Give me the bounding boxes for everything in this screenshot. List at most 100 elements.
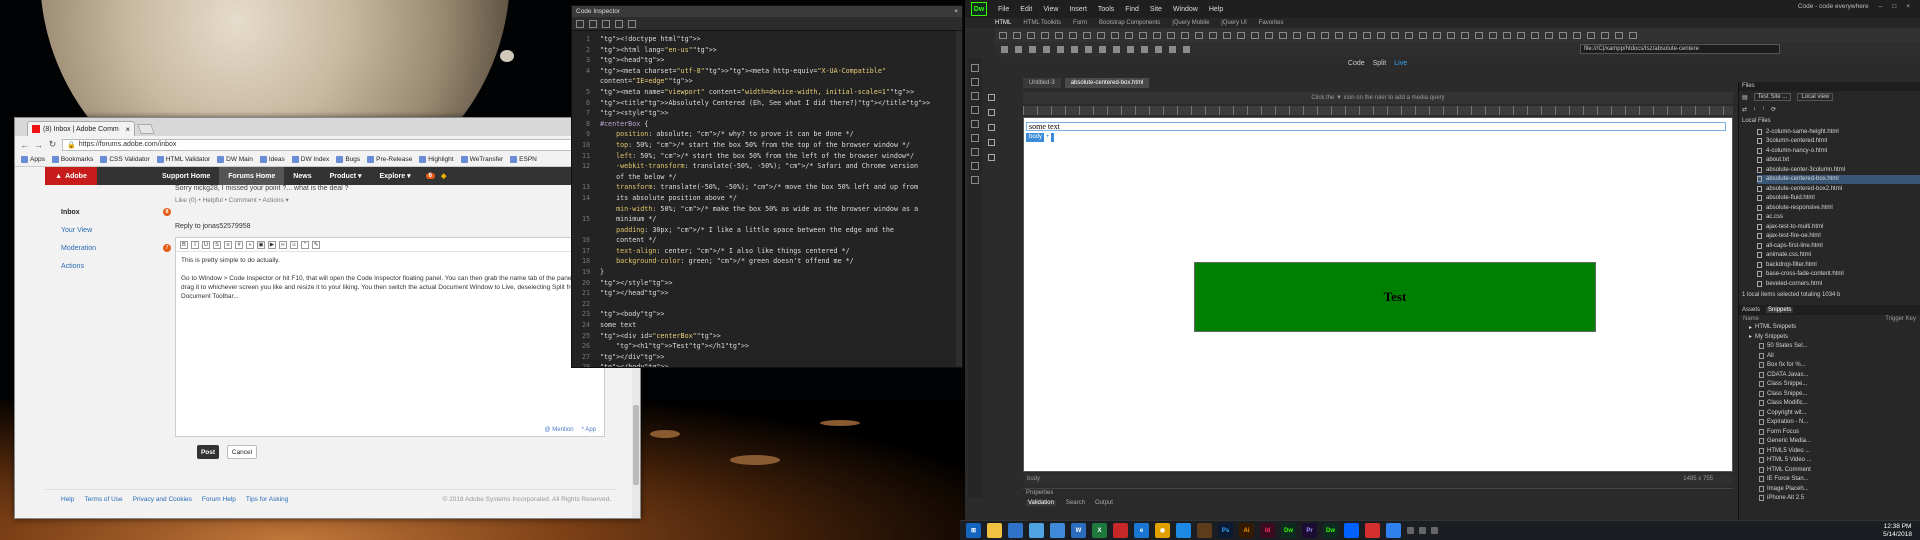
bookmark-item[interactable]: Bugs xyxy=(336,156,360,163)
document-tool-icon[interactable] xyxy=(1001,46,1008,53)
doc-tab-untitled[interactable]: Untitled-3 xyxy=(1023,78,1061,88)
insert-tool-icon[interactable] xyxy=(1153,31,1161,39)
snippet-item[interactable]: Box fix for %... xyxy=(1739,361,1920,371)
code-line[interactable]: 26 "tg"><h1"tg">>Test"tg"></h1"tg">> xyxy=(572,341,962,352)
put-icon[interactable]: ↑ xyxy=(1762,106,1765,112)
toolbar-tool-icon[interactable] xyxy=(971,78,979,86)
live-text[interactable]: some text xyxy=(1026,122,1726,131)
file-item[interactable]: backdrop-filter.html xyxy=(1757,260,1920,270)
menu-site[interactable]: Site xyxy=(1150,6,1162,13)
window-size[interactable]: 1485 x 755 xyxy=(1683,476,1713,482)
insert-tool-icon[interactable] xyxy=(1167,31,1175,39)
previous-message-actions[interactable]: Like (0) • Helpful • Comment • Actions ▾ xyxy=(175,195,625,215)
insert-tool-icon[interactable] xyxy=(1251,31,1259,39)
toolbar-tool-icon[interactable] xyxy=(971,176,979,184)
snippet-item[interactable]: HTML5 Video ... xyxy=(1739,446,1920,456)
bold-icon[interactable]: B xyxy=(180,240,188,249)
document-tool-icon[interactable] xyxy=(1169,46,1176,53)
numbered-list-icon[interactable]: # xyxy=(235,240,243,249)
file-item[interactable]: animate.css.html xyxy=(1757,251,1920,261)
insert-tab[interactable]: jQuery Mobile xyxy=(1172,20,1209,26)
network-icon[interactable] xyxy=(1407,527,1414,534)
start-icon[interactable]: ⊞ xyxy=(966,523,981,538)
code-line[interactable]: 7 "tg"><style"tg">> xyxy=(572,108,962,119)
files-panel-title[interactable]: Files xyxy=(1739,82,1920,91)
insert-tool-icon[interactable] xyxy=(1601,31,1609,39)
edge-icon[interactable]: e xyxy=(1134,523,1149,538)
insert-tool-icon[interactable] xyxy=(1587,31,1595,39)
document-tool-icon[interactable] xyxy=(1141,46,1148,53)
reply-editor[interactable]: B I U S ≡ # » ▣ ▶ ∞ ☺ " ✎ This is pretty… xyxy=(175,237,605,437)
insert-tool-icon[interactable] xyxy=(1237,31,1245,39)
code-line[interactable]: 24 some text xyxy=(572,320,962,331)
bookmark-item[interactable]: WeTransfer xyxy=(460,156,503,163)
code-line[interactable]: 5 "tg"><meta name="viewport" content="wid… xyxy=(572,87,962,98)
tab-snippets[interactable]: Snippets xyxy=(1766,306,1794,313)
document-tool-icon[interactable] xyxy=(1029,46,1036,53)
code-line[interactable]: 16 content */ xyxy=(572,235,962,246)
notification-badge[interactable]: 6 xyxy=(425,173,435,179)
toolbar-tool-icon[interactable] xyxy=(971,106,979,114)
document-tool-icon[interactable] xyxy=(1127,46,1134,53)
new-tab-button[interactable] xyxy=(137,124,155,134)
close-icon[interactable]: × xyxy=(1906,3,1910,10)
insert-tool-icon[interactable] xyxy=(1195,31,1203,39)
insert-tool-icon[interactable] xyxy=(1405,31,1413,39)
insert-tool-icon[interactable] xyxy=(1489,31,1497,39)
code-line[interactable]: 10 top: 50%; "cm">/* start the box 50% f… xyxy=(572,140,962,151)
photoshop-icon[interactable]: Ps xyxy=(1218,523,1233,538)
file-item[interactable]: beveled-corners.html xyxy=(1757,279,1920,289)
adobe-logo[interactable]: ▲ Adobe xyxy=(45,167,97,185)
footer-link-terms[interactable]: Terms of Use xyxy=(84,496,122,503)
code-line[interactable]: 18 background-color: green; "cm">/* gree… xyxy=(572,256,962,267)
code-line[interactable]: 25 "tg"><div id="centerBox""tg">> xyxy=(572,331,962,342)
insert-tool-icon[interactable] xyxy=(1139,31,1147,39)
sidebar-item-moderation[interactable]: Moderation 7 xyxy=(61,239,171,257)
site-dropdown[interactable]: Test Site ... xyxy=(1753,93,1792,101)
connect-icon[interactable]: ⇄ xyxy=(1742,106,1747,113)
media-query-bar[interactable]: Click the ▼ icon on the ruler to add a m… xyxy=(1023,92,1733,104)
notes-icon[interactable] xyxy=(1029,523,1044,538)
tab-validation[interactable]: Validation xyxy=(1026,500,1056,506)
document-tool-icon[interactable] xyxy=(1183,46,1190,53)
snippet-item[interactable]: Image Placeh... xyxy=(1739,484,1920,494)
footer-link-help[interactable]: Help xyxy=(61,496,74,503)
element-hud[interactable]: body + xyxy=(1026,133,1055,142)
dreamweaver-icon[interactable]: Dw xyxy=(1281,523,1296,538)
insert-tool-icon[interactable] xyxy=(1209,31,1217,39)
bookmark-item[interactable]: Bookmarks xyxy=(51,156,93,163)
insert-tool-icon[interactable] xyxy=(1307,31,1315,39)
file-item[interactable]: 2-column-same-height.html xyxy=(1757,127,1920,137)
firefox-icon[interactable] xyxy=(1176,523,1191,538)
file-management-icon[interactable] xyxy=(987,109,995,116)
tag-selector[interactable]: body xyxy=(1027,476,1040,482)
tab-search[interactable]: Search xyxy=(1066,500,1085,506)
bookmark-item[interactable]: Ideas xyxy=(259,156,285,163)
code-line[interactable]: 27 "tg"></div"tg">> xyxy=(572,352,962,363)
bookmark-item[interactable]: Highlight xyxy=(419,156,454,163)
toolbar-tool-icon[interactable] xyxy=(971,120,979,128)
underline-icon[interactable]: U xyxy=(202,240,210,249)
code-editor[interactable]: 1 "tg"><!doctype html"tg">> 2 "tg"><html la… xyxy=(572,31,962,367)
code-line[interactable]: padding: 30px; "cm">/* I like a little s… xyxy=(572,225,962,236)
footer-link-forum-help[interactable]: Forum Help xyxy=(202,496,236,503)
code-line[interactable]: 20 "tg"></style"tg">> xyxy=(572,278,962,289)
insert-tool-icon[interactable] xyxy=(1419,31,1427,39)
insert-tool-icon[interactable] xyxy=(1363,31,1371,39)
snippet-item[interactable]: Generic Media... xyxy=(1739,437,1920,447)
volume-icon[interactable] xyxy=(1419,527,1426,534)
insert-tool-icon[interactable] xyxy=(1517,31,1525,39)
bookmark-item[interactable]: Pre-Release xyxy=(367,156,412,163)
insert-tab[interactable]: Favorites xyxy=(1259,20,1284,26)
post-button[interactable]: Post xyxy=(197,445,219,459)
word-icon[interactable]: W xyxy=(1071,523,1086,538)
document-tool-icon[interactable] xyxy=(1085,46,1092,53)
close-icon[interactable]: × xyxy=(954,6,958,17)
code-line[interactable]: 6 "tg"><title"tg">>Absolutely Centered (E… xyxy=(572,98,962,109)
file-item[interactable]: about.txt xyxy=(1757,156,1920,166)
view-code[interactable]: Code xyxy=(1348,60,1365,67)
document-tool-icon[interactable] xyxy=(1155,46,1162,53)
insert-tool-icon[interactable] xyxy=(1265,31,1273,39)
menu-window[interactable]: Window xyxy=(1173,6,1198,13)
dw-url-field[interactable]: file:///C|/xampp/htdocs/tsz/absolute-cen… xyxy=(1580,44,1780,54)
